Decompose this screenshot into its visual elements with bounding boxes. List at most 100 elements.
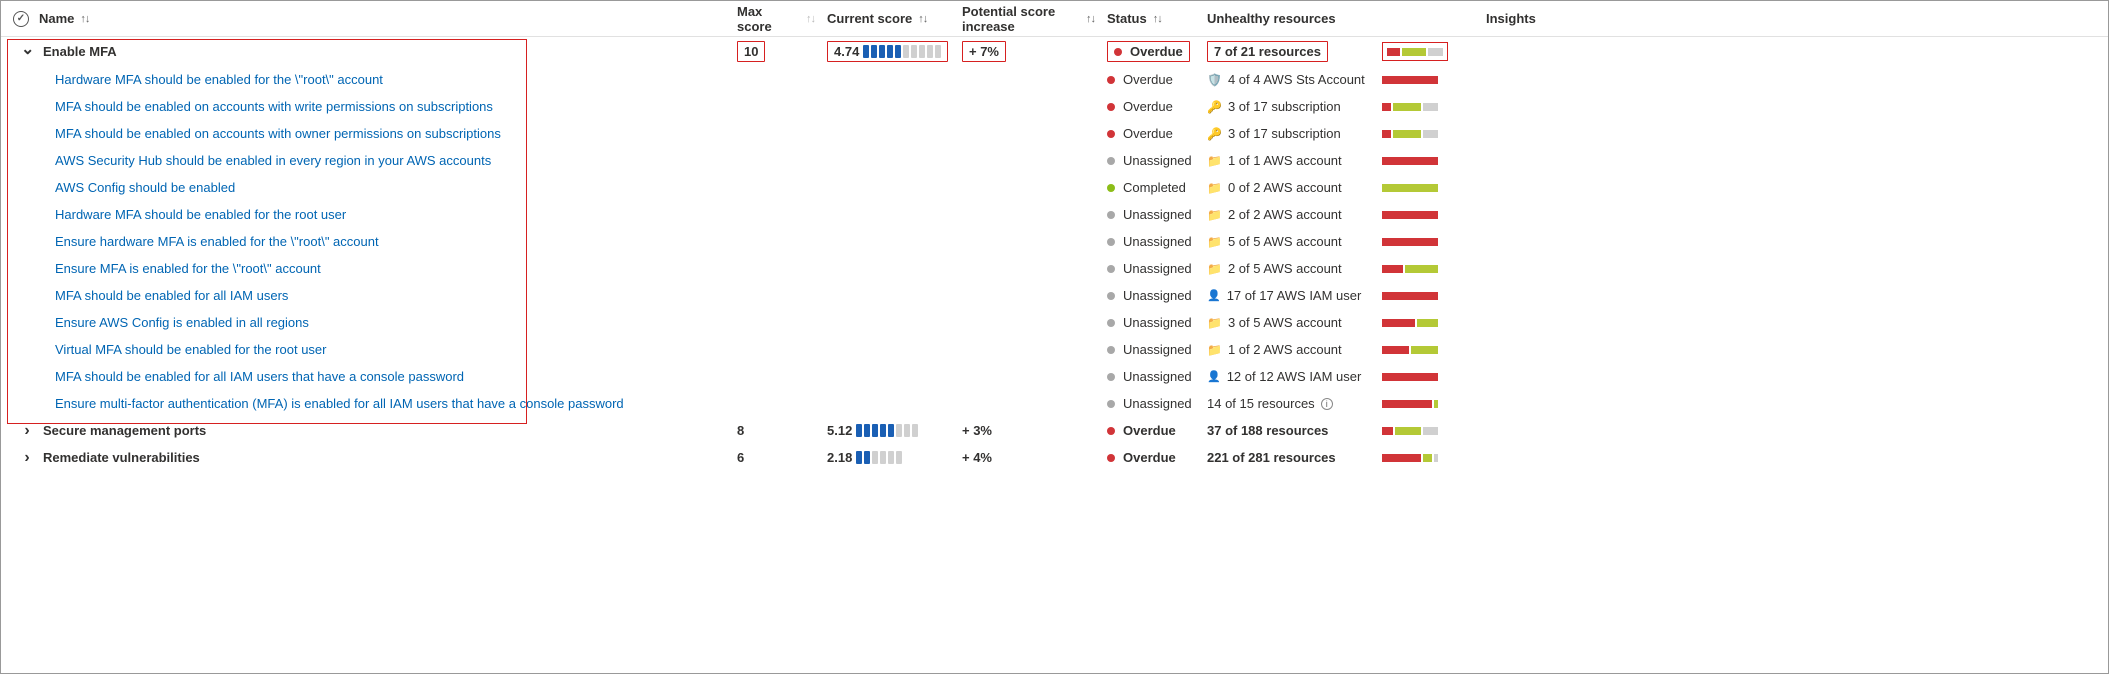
chevron-right-icon[interactable] [21, 422, 33, 440]
header-curscore[interactable]: Current score ↑↓ [821, 11, 956, 26]
sort-icon[interactable]: ↑↓ [806, 13, 815, 25]
unhealthy-text: 1 of 2 AWS account [1228, 342, 1342, 357]
recommendation-row[interactable]: AWS Config should be enabledCompleted📁0 … [1, 174, 2108, 201]
recommendation-link[interactable]: AWS Security Hub should be enabled in ev… [55, 153, 491, 168]
resource-bar [1382, 76, 1438, 84]
status-dot-icon [1107, 319, 1115, 327]
chevron-right-icon[interactable] [21, 449, 33, 467]
status-dot-icon [1107, 400, 1115, 408]
unhealthy-text: 221 of 281 resources [1207, 450, 1336, 465]
recommendation-row[interactable]: AWS Security Hub should be enabled in ev… [1, 147, 2108, 174]
recommendation-link[interactable]: AWS Config should be enabled [55, 180, 235, 195]
recommendation-link[interactable]: Virtual MFA should be enabled for the ro… [55, 342, 326, 357]
recommendation-link[interactable]: Ensure multi-factor authentication (MFA)… [55, 396, 624, 411]
unhealthy-text: 3 of 5 AWS account [1228, 315, 1342, 330]
group-row[interactable]: Enable MFA104.74 + 7%Overdue7 of 21 reso… [1, 37, 2108, 66]
status-text: Overdue [1123, 423, 1176, 438]
header-potinc-label: Potential score increase [962, 4, 1080, 34]
sort-icon[interactable]: ↑↓ [1086, 13, 1095, 25]
header-maxscore[interactable]: Max score ↑↓ [731, 4, 821, 34]
unhealthy-text: 14 of 15 resources [1207, 396, 1315, 411]
unhealthy-text: 3 of 17 subscription [1228, 126, 1341, 141]
recommendation-row[interactable]: Ensure AWS Config is enabled in all regi… [1, 309, 2108, 336]
table-scroll-area[interactable]: ✓ Name ↑↓ Max score ↑↓ Current score ↑↓ … [1, 1, 2108, 673]
resource-bar [1382, 319, 1438, 327]
resource-bar [1382, 454, 1438, 462]
recommendation-link[interactable]: MFA should be enabled for all IAM users [55, 288, 288, 303]
resource-bar [1387, 48, 1443, 56]
status-text: Overdue [1123, 450, 1176, 465]
max-score-value: 6 [737, 450, 744, 465]
sort-icon[interactable]: ↑↓ [1153, 13, 1162, 25]
recommendation-link[interactable]: MFA should be enabled on accounts with w… [55, 99, 493, 114]
unhealthy-text: 12 of 12 AWS IAM user [1227, 369, 1362, 384]
recommendation-row[interactable]: MFA should be enabled on accounts with o… [1, 120, 2108, 147]
folder-icon: 📁 [1207, 154, 1222, 168]
recommendation-link[interactable]: Hardware MFA should be enabled for the \… [55, 72, 383, 87]
resource-bar [1382, 400, 1438, 408]
table-header-row: ✓ Name ↑↓ Max score ↑↓ Current score ↑↓ … [1, 1, 2108, 37]
resource-bar [1382, 211, 1438, 219]
folder-icon: 📁 [1207, 316, 1222, 330]
folder-icon: 📁 [1207, 181, 1222, 195]
status-text: Unassigned [1123, 288, 1192, 303]
unhealthy-text: 2 of 5 AWS account [1228, 261, 1342, 276]
folder-icon: 📁 [1207, 235, 1222, 249]
status-dot-icon [1107, 103, 1115, 111]
cur-score-value: 5.12 [827, 423, 852, 438]
resource-bar [1382, 292, 1438, 300]
unhealthy-text: 3 of 17 subscription [1228, 99, 1341, 114]
info-icon[interactable]: i [1321, 398, 1333, 410]
status-dot-icon [1107, 238, 1115, 246]
header-unhealthy[interactable]: Unhealthy resources [1201, 11, 1376, 26]
sort-icon[interactable]: ↑↓ [80, 13, 89, 25]
header-potinc[interactable]: Potential score increase ↑↓ [956, 4, 1101, 34]
header-insights[interactable]: Insights [1446, 11, 2006, 26]
recommendation-row[interactable]: MFA should be enabled for all IAM users U… [1, 282, 2108, 309]
header-name[interactable]: ✓ Name ↑↓ [1, 11, 731, 27]
group-row[interactable]: Remediate vulnerabilities62.18 + 4%Overd… [1, 444, 2108, 471]
recommendation-link[interactable]: MFA should be enabled for all IAM users … [55, 369, 464, 384]
resource-bar [1382, 373, 1438, 381]
status-dot-icon [1107, 346, 1115, 354]
header-maxscore-label: Max score [737, 4, 800, 34]
sort-icon[interactable]: ↑↓ [918, 13, 927, 25]
recommendation-row[interactable]: Ensure hardware MFA is enabled for the \… [1, 228, 2108, 255]
recommendation-link[interactable]: Ensure hardware MFA is enabled for the \… [55, 234, 379, 249]
iam-user-icon: 👤 [1207, 289, 1221, 302]
unhealthy-text: 37 of 188 resources [1207, 423, 1328, 438]
recommendation-row[interactable]: MFA should be enabled for all IAM users … [1, 363, 2108, 390]
status-text: Unassigned [1123, 369, 1192, 384]
resource-bar [1382, 184, 1438, 192]
chevron-down-icon[interactable] [21, 42, 33, 62]
recommendation-link[interactable]: MFA should be enabled on accounts with o… [55, 126, 501, 141]
status-text: Overdue [1123, 99, 1173, 114]
score-segbar [856, 451, 902, 464]
status-text: Completed [1123, 180, 1186, 195]
status-dot-icon [1107, 184, 1115, 192]
recommendation-row[interactable]: MFA should be enabled on accounts with w… [1, 93, 2108, 120]
recommendation-row[interactable]: Hardware MFA should be enabled for the r… [1, 201, 2108, 228]
header-name-label: Name [39, 11, 74, 26]
recommendation-link[interactable]: Ensure AWS Config is enabled in all regi… [55, 315, 309, 330]
status-dot-icon [1107, 211, 1115, 219]
recommendation-row[interactable]: Virtual MFA should be enabled for the ro… [1, 336, 2108, 363]
key-icon: 🔑 [1207, 127, 1222, 141]
recommendation-row[interactable]: Ensure MFA is enabled for the \"root\" a… [1, 255, 2108, 282]
recommendation-row[interactable]: Ensure multi-factor authentication (MFA)… [1, 390, 2108, 417]
recommendation-link[interactable]: Ensure MFA is enabled for the \"root\" a… [55, 261, 321, 276]
recommendation-link[interactable]: Hardware MFA should be enabled for the r… [55, 207, 346, 222]
cur-score-value: 2.18 [827, 450, 852, 465]
status-text: Overdue [1123, 126, 1173, 141]
unhealthy-text: 4 of 4 AWS Sts Account [1228, 72, 1365, 87]
select-all-toggle-icon[interactable]: ✓ [13, 11, 29, 27]
status-dot-icon [1107, 157, 1115, 165]
cur-score-value: 4.74 [834, 44, 859, 59]
recommendation-row[interactable]: Hardware MFA should be enabled for the \… [1, 66, 2108, 93]
group-name: Secure management ports [43, 423, 206, 438]
group-row[interactable]: Secure management ports85.12 + 3%Overdue… [1, 417, 2108, 444]
status-dot-icon [1107, 373, 1115, 381]
header-status[interactable]: Status ↑↓ [1101, 11, 1201, 26]
status-dot-icon [1107, 427, 1115, 435]
status-text: Unassigned [1123, 153, 1192, 168]
